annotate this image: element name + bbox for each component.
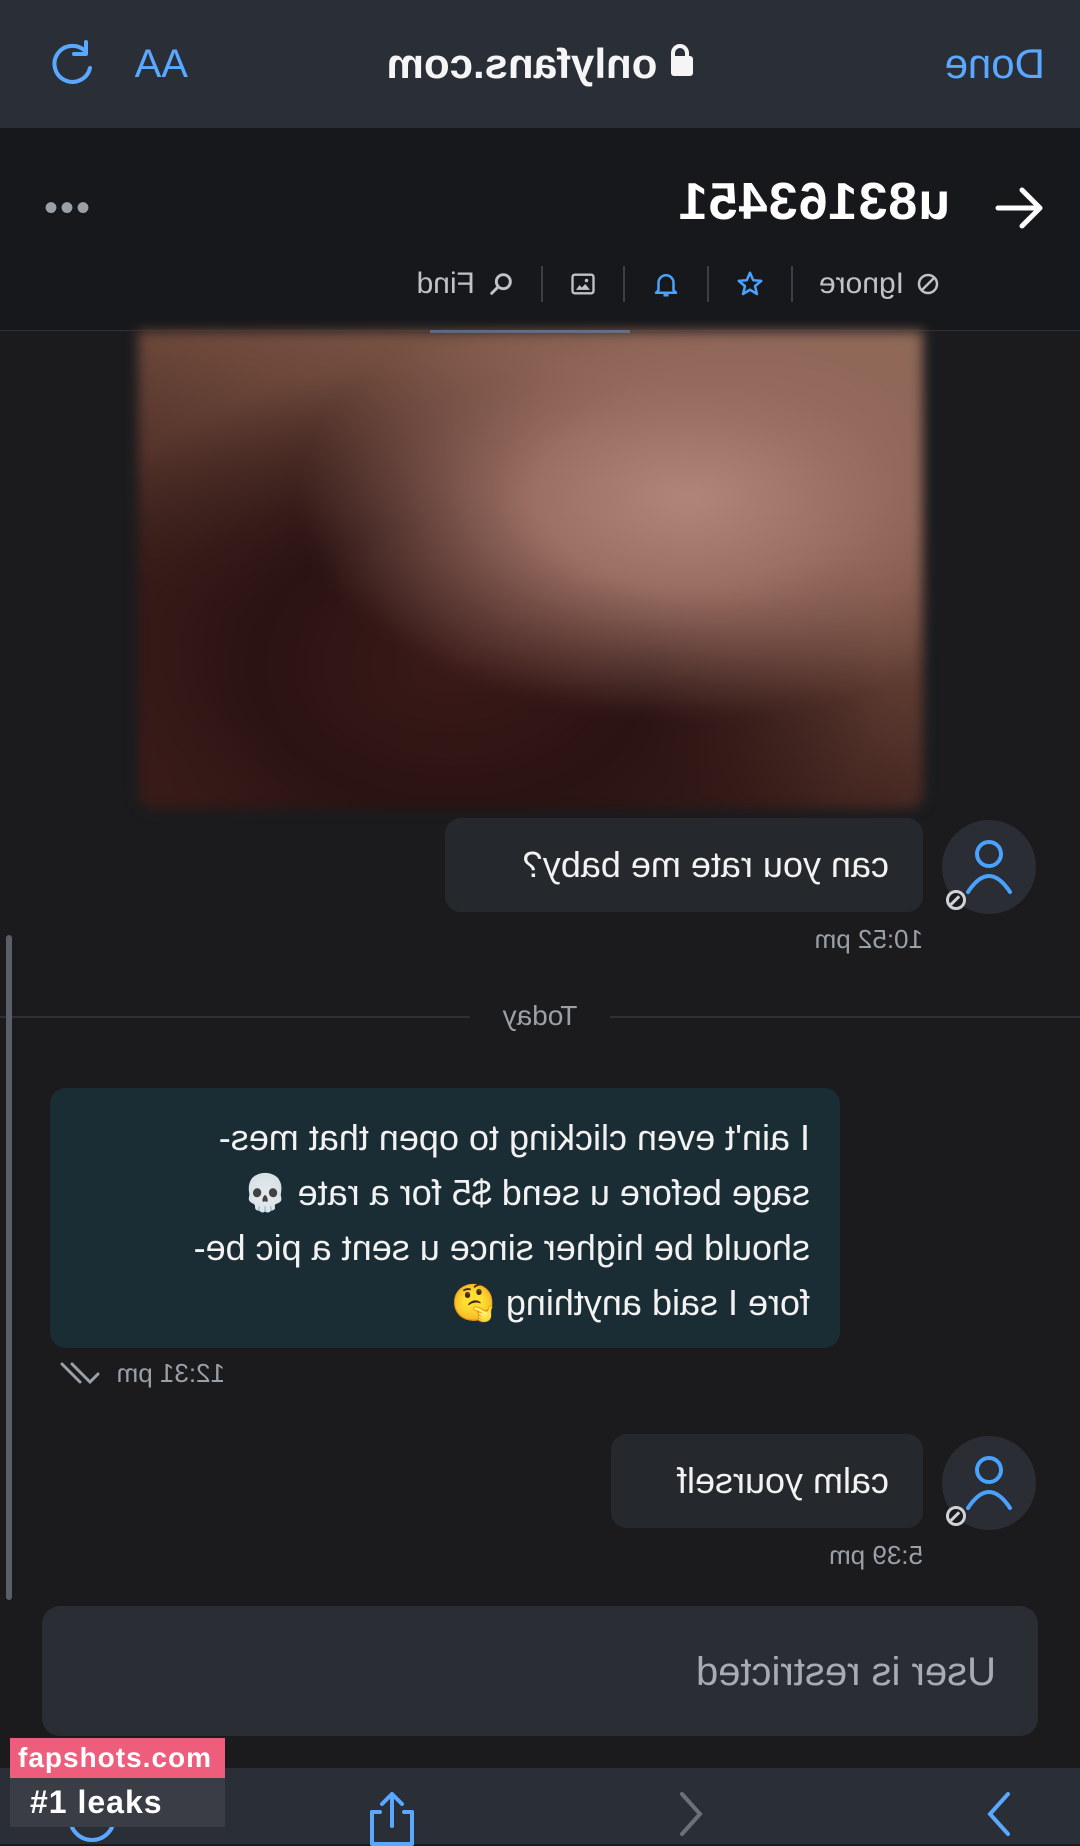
lock-icon xyxy=(671,56,694,76)
message-line: I ain't even clicking to open that mes- xyxy=(218,1117,810,1158)
favorite-action[interactable] xyxy=(708,266,793,302)
watermark-site: fapshots.com xyxy=(10,1738,225,1778)
find-label: Find xyxy=(416,267,475,300)
day-divider-label: Today xyxy=(502,1000,578,1031)
chat-username: u83163451 xyxy=(677,173,950,231)
user-icon xyxy=(966,1456,1012,1510)
ignore-label: Ignore xyxy=(818,267,904,300)
image-icon xyxy=(571,273,595,295)
message-line: should be higher since u sent a pic be- xyxy=(193,1227,810,1268)
text-size-button[interactable]: AA xyxy=(135,42,188,87)
restricted-badge-icon xyxy=(946,890,966,910)
restricted-banner: User is restricted xyxy=(42,1606,1038,1736)
watermark: fapshots.com #1 leaks xyxy=(10,1738,225,1827)
url-text: onlyfans.com xyxy=(386,40,658,87)
avatar[interactable] xyxy=(942,820,1036,914)
back-icon[interactable] xyxy=(670,1790,710,1840)
user-icon xyxy=(966,840,1012,894)
browser-bar: Done onlyfans.com AA xyxy=(0,0,1080,128)
blurred-photo[interactable] xyxy=(138,331,923,809)
star-icon xyxy=(737,271,763,296)
message-bubble-sent: I ain't even clicking to open that mes- … xyxy=(50,1088,840,1348)
share-icon[interactable] xyxy=(364,1790,420,1846)
watermark-tagline: #1 leaks xyxy=(10,1778,225,1827)
message-time: 5:39 pm xyxy=(829,1540,923,1570)
restricted-badge-icon xyxy=(946,1506,966,1526)
message-bubble: can you rate me baby? xyxy=(445,818,923,912)
message-time: 10:52 pm xyxy=(814,924,923,954)
message-text: calm yourself xyxy=(676,1460,889,1501)
chat-actions: Ignore Find xyxy=(390,264,940,304)
chat-header: u83163451 ••• Ignore Find xyxy=(0,128,1080,331)
message-text: can you rate me baby? xyxy=(522,844,889,885)
bell-icon xyxy=(654,274,678,297)
find-action[interactable]: Find xyxy=(390,266,543,302)
back-arrow-icon[interactable] xyxy=(986,176,1050,240)
message-line: sage before u send $5 for a rate 💀 xyxy=(242,1172,810,1213)
notifications-action[interactable] xyxy=(624,266,709,302)
reload-icon[interactable] xyxy=(46,38,98,90)
search-icon xyxy=(490,273,512,295)
block-icon xyxy=(917,273,939,295)
media-action[interactable] xyxy=(542,266,625,302)
mirrored-screen: Done onlyfans.com AA u83163451 ••• Ignor… xyxy=(0,0,1080,1846)
ignore-action[interactable]: Ignore xyxy=(793,266,940,302)
message-line: fore I said anything 🤔 xyxy=(450,1282,810,1323)
more-options-icon[interactable]: ••• xyxy=(42,186,90,231)
message-bubble: calm yourself xyxy=(611,1434,923,1528)
restricted-text: User is restricted xyxy=(695,1650,996,1694)
forward-icon[interactable] xyxy=(980,1790,1020,1840)
message-time: 12:31 pm xyxy=(116,1358,225,1388)
double-check-icon xyxy=(60,1362,100,1385)
scrollbar[interactable] xyxy=(6,935,12,1600)
avatar[interactable] xyxy=(942,1436,1036,1530)
